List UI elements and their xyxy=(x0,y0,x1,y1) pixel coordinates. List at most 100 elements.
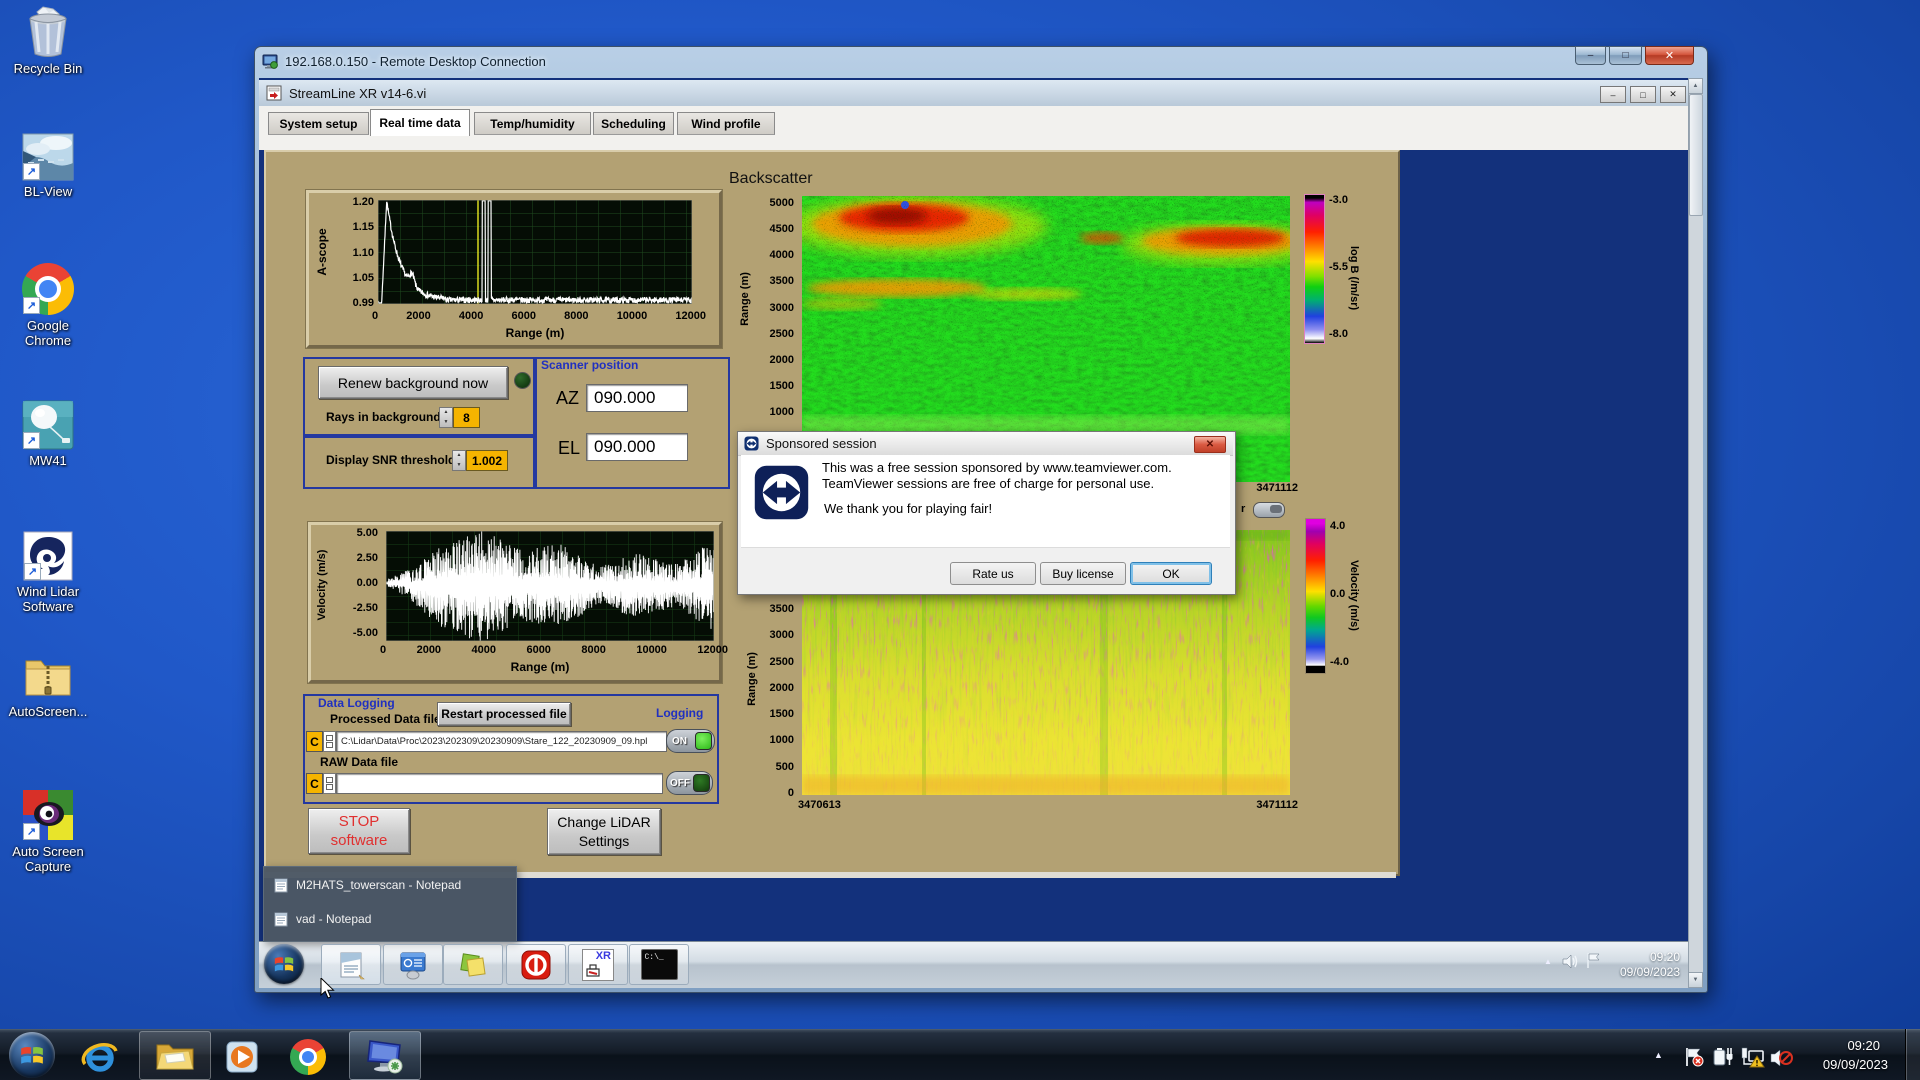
remote-clock-date[interactable]: 09/09/2023 xyxy=(1600,965,1680,979)
chrome-icon-core xyxy=(39,280,57,298)
tab-wind-profile[interactable]: Wind profile xyxy=(677,112,775,135)
desktop-icon-wind-lidar[interactable]: ↗ Wind Lidar Software xyxy=(0,531,96,614)
media-player-icon xyxy=(226,1041,258,1073)
taskbar-explorer-button[interactable] xyxy=(139,1031,211,1080)
rdp-maximize-button[interactable]: □ xyxy=(1609,46,1642,65)
desktop-icon-autoscreen-zip[interactable]: AutoScreen... xyxy=(0,651,96,719)
taskbar-rdp-button[interactable] xyxy=(349,1031,421,1080)
host-start-button[interactable] xyxy=(9,1032,55,1078)
rdp-titlebar[interactable]: 192.168.0.150 - Remote Desktop Connectio… xyxy=(262,51,1562,71)
rays-label: Rays in background xyxy=(326,410,441,424)
velocity-xticks: 0 2000 4000 6000 8000 10000 12000 xyxy=(380,644,728,656)
show-desktop-button[interactable] xyxy=(1905,1029,1920,1080)
spin-down-icon: ▼ xyxy=(443,419,449,425)
raw-logging-toggle[interactable]: OFF xyxy=(666,771,713,795)
streamline-titlebar[interactable]: StreamLine XR v14-6.vi xyxy=(259,80,1688,107)
tab-temp-humidity[interactable]: Temp/humidity xyxy=(474,112,591,135)
processed-path-field[interactable]: C:\Lidar\Data\Proc\2023\202309\20230909\… xyxy=(336,731,667,752)
velocity-colorbar-label: Velocity (m/s) xyxy=(1348,559,1360,631)
velocity-x-start-label: 3470613 xyxy=(798,799,841,811)
streamline-close-button[interactable]: ✕ xyxy=(1660,86,1686,103)
notepad-icon xyxy=(274,912,288,927)
taskbar-chrome-button[interactable] xyxy=(288,1038,328,1076)
change-lidar-settings-button[interactable]: Change LiDAR Settings xyxy=(547,808,661,855)
rdp-computer-icon xyxy=(262,54,278,69)
scrollbar-thumb[interactable] xyxy=(1689,94,1703,216)
scanner-position-group xyxy=(535,357,730,489)
action-center-flag-error-icon[interactable] xyxy=(1684,1046,1704,1067)
buy-license-button[interactable]: Buy license xyxy=(1040,562,1126,585)
stop-software-button[interactable]: STOP software xyxy=(308,808,410,854)
streamline-minimize-button[interactable]: – xyxy=(1600,86,1626,103)
taskbar-cmd-button[interactable]: C:\_ xyxy=(629,944,689,985)
jumplist-item[interactable]: M2HATS_towerscan - Notepad xyxy=(264,871,516,899)
desktop-icon-google-chrome[interactable]: ↗ Google Chrome xyxy=(0,263,96,348)
processed-logging-toggle[interactable]: ON xyxy=(666,729,715,753)
streamline-window-title: StreamLine XR v14-6.vi xyxy=(289,85,427,101)
scrollbar-down-icon[interactable]: ▼ xyxy=(1688,972,1703,988)
rays-value[interactable]: 8 xyxy=(453,407,480,428)
shortcut-arrow-icon: ↗ xyxy=(23,163,40,180)
processed-drive-letter[interactable]: C xyxy=(306,731,323,752)
tab-real-time-data[interactable]: Real time data xyxy=(370,109,470,136)
scale-toggle[interactable] xyxy=(1253,502,1285,518)
rdp-close-button[interactable]: ✕ xyxy=(1645,46,1694,65)
backscatter-heatmap-ylabel: Range (m) xyxy=(739,272,751,326)
desktop-icon-label: Wind Lidar Software xyxy=(16,584,80,614)
desktop-icon-recycle-bin[interactable]: Recycle Bin xyxy=(0,6,96,76)
taskbar-wmp-button[interactable] xyxy=(222,1038,262,1076)
taskbar-system-window-button[interactable] xyxy=(383,944,443,985)
scale-toggle-knob xyxy=(1270,505,1282,513)
az-field[interactable]: 090.000 xyxy=(586,384,688,412)
windows-flag-icon xyxy=(21,1047,43,1064)
host-tray-expand-icon[interactable]: ▲ xyxy=(1654,1050,1663,1060)
off-label: OFF xyxy=(670,777,690,789)
host-clock-time[interactable]: 09:20 xyxy=(1810,1038,1880,1053)
remote-start-button[interactable] xyxy=(264,944,304,984)
backscatter-x-end-label: 3471112 xyxy=(1256,482,1298,494)
processed-data-file-label: Processed Data file xyxy=(330,712,441,726)
renew-led-indicator xyxy=(514,372,531,389)
taskbar-ie-button[interactable] xyxy=(80,1037,120,1077)
remote-desktop-icon xyxy=(367,1039,403,1073)
tab-scheduling[interactable]: Scheduling xyxy=(593,112,674,135)
remote-action-center-flag-icon[interactable] xyxy=(1586,952,1601,969)
restart-processed-file-button[interactable]: Restart processed file xyxy=(437,702,571,726)
mouse-cursor xyxy=(320,978,335,999)
desktop-icon-auto-screen-capture[interactable]: ↗ Auto Screen Capture xyxy=(0,789,96,874)
rays-spinner[interactable]: ▲ ▼ xyxy=(439,407,453,428)
raw-path-field[interactable] xyxy=(336,773,663,794)
battery-power-icon[interactable] xyxy=(1712,1046,1734,1067)
snr-spinner[interactable]: ▲ ▼ xyxy=(452,450,466,471)
rate-us-button[interactable]: Rate us xyxy=(950,562,1036,585)
volume-muted-icon[interactable] xyxy=(1770,1048,1793,1068)
el-field[interactable]: 090.000 xyxy=(586,433,688,461)
dialog-close-button[interactable]: ✕ xyxy=(1194,436,1226,453)
desktop-icon-label: BL-View xyxy=(23,184,73,199)
taskbar-stop-app-button[interactable] xyxy=(506,944,566,985)
raw-drive-letter[interactable]: C xyxy=(306,773,323,794)
tab-system-setup[interactable]: System setup xyxy=(268,112,369,135)
renew-background-button[interactable]: Renew background now xyxy=(318,366,508,399)
dialog-titlebar[interactable]: Sponsored session xyxy=(738,432,1233,456)
data-logging-title: Data Logging xyxy=(318,696,395,710)
jumplist-item[interactable]: vad - Notepad xyxy=(264,905,516,933)
network-warning-icon[interactable] xyxy=(1740,1046,1765,1068)
snr-value[interactable]: 1.002 xyxy=(466,450,508,471)
streamline-restore-button[interactable]: □ xyxy=(1630,86,1656,103)
taskbar-sticky-notes-button[interactable] xyxy=(443,944,503,985)
host-clock-date[interactable]: 09/09/2023 xyxy=(1800,1057,1888,1072)
rdp-minimize-button[interactable]: – xyxy=(1575,46,1606,65)
remote-clock-time[interactable]: 09:20 xyxy=(1608,950,1680,964)
zip-folder-icon xyxy=(25,660,71,696)
remote-volume-icon[interactable] xyxy=(1562,954,1579,969)
velocity-colorbar xyxy=(1305,518,1326,674)
taskbar-xr-app-button[interactable]: XR xyxy=(568,944,628,985)
remote-tray-expand-icon[interactable]: ▲ xyxy=(1544,957,1552,966)
ok-button[interactable]: OK xyxy=(1130,562,1212,585)
desktop-icon-mw41[interactable]: ↗ MW41 xyxy=(0,400,96,468)
scrollbar-up-icon[interactable]: ▲ xyxy=(1688,78,1703,94)
spin-down-icon: ▼ xyxy=(456,462,462,468)
snr-label: Display SNR threshold xyxy=(326,453,456,467)
desktop-icon-bl-view[interactable]: ↗ BL-View xyxy=(0,133,96,199)
